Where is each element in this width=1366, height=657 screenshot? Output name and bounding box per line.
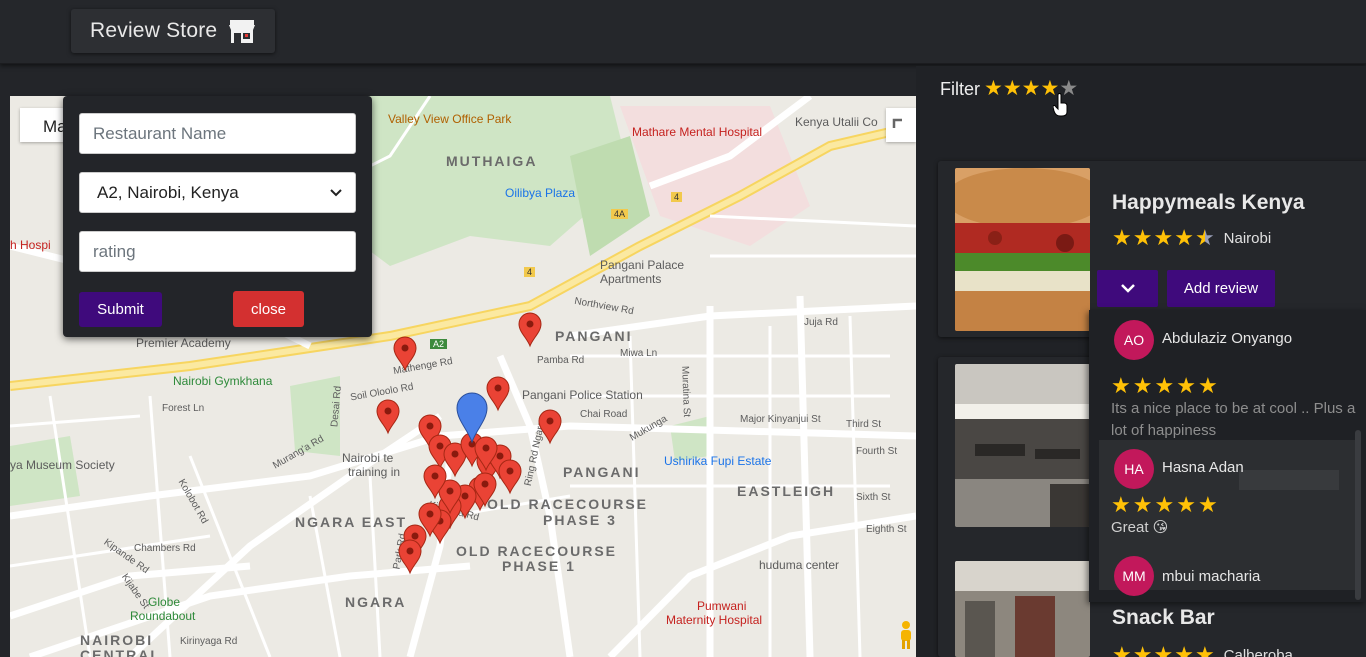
chevron-down-icon (1120, 284, 1135, 293)
rating-stars: ★★★★★ (1112, 227, 1216, 250)
marker-dot (426, 422, 434, 430)
review-item: MM mbui macharia (1111, 556, 1361, 602)
marker-dot (496, 452, 504, 460)
star-icon: ★ (1021, 77, 1041, 100)
marker-dot (526, 320, 534, 328)
restaurant-name-input[interactable] (79, 113, 356, 154)
star-icon: ★ (1002, 77, 1022, 100)
star-icon: ★ (1153, 642, 1174, 657)
marker-dot (411, 532, 419, 540)
rating-input[interactable] (79, 231, 356, 272)
hand-cursor-icon (1053, 93, 1068, 117)
star-icon: ★ (1174, 225, 1194, 250)
fullscreen-icon (892, 118, 902, 128)
star-icon: ★ (1111, 492, 1131, 517)
star-icon: ★ (1111, 373, 1131, 398)
rating-stars: ★★★★★ (1112, 644, 1216, 657)
marker-dot (451, 450, 459, 458)
location-select[interactable]: A2, Nairobi, Kenya (79, 172, 356, 213)
chevron-down-icon (330, 188, 342, 196)
star-icon: ★ (1154, 492, 1175, 517)
map-marker-icon[interactable] (538, 409, 562, 445)
avatar: AO (1114, 320, 1154, 360)
marker-dot (436, 442, 444, 450)
restaurant-rating: ★★★★★ Calberoba (1112, 644, 1293, 657)
avatar: MM (1114, 556, 1154, 596)
marker-dot (401, 344, 409, 352)
review-text: Its a nice place to be at cool .. Plus a… (1111, 400, 1356, 439)
review-stars: ★ ★ ★ ★ ★ (1111, 494, 1220, 516)
restaurant-city: Calberoba (1223, 647, 1293, 657)
current-location-marker-icon[interactable] (456, 392, 488, 444)
marker-dot (384, 407, 392, 415)
marker-dot (461, 492, 469, 500)
restaurant-name: Happymeals Kenya (1112, 191, 1305, 214)
top-navbar: Review Store (0, 0, 1366, 64)
map-marker-icon[interactable] (518, 312, 542, 348)
star-icon: ★ (1176, 492, 1196, 517)
review-item: AO Abdulaziz Onyango ★ ★ ★ ★ ★ Its a nice pl… (1111, 320, 1361, 440)
star-icon: ★ (1132, 225, 1153, 250)
map-marker-icon[interactable] (486, 376, 510, 412)
star-icon: ★ (1197, 492, 1218, 517)
star-icon: ★ (1153, 225, 1174, 250)
marker-dot (426, 510, 434, 518)
marker-dot (546, 417, 554, 425)
map-marker-icon[interactable] (398, 539, 422, 575)
star-icon: ★ (1132, 642, 1153, 657)
restaurant-name: Snack Bar (1112, 606, 1215, 629)
star-icon: ★ (984, 77, 1003, 100)
restaurant-photo (955, 168, 1090, 331)
map-marker-icon[interactable] (376, 399, 400, 435)
review-stars: ★ ★ ★ ★ ★ (1111, 375, 1220, 397)
star-icon: ★ (1112, 225, 1132, 250)
marker-dot (446, 487, 454, 495)
pegman-icon[interactable] (898, 620, 914, 650)
reviewer-name: mbui macharia (1162, 568, 1261, 585)
star-icon: ★ (1194, 225, 1215, 250)
expand-reviews-button[interactable] (1097, 270, 1158, 307)
star-icon: ★ (1132, 492, 1153, 517)
marker-dot (481, 480, 489, 488)
reviews-dropdown: AO Abdulaziz Onyango ★ ★ ★ ★ ★ Its a nice pl… (1089, 310, 1366, 602)
marker-dot (506, 467, 514, 475)
store-icon (229, 20, 256, 43)
restaurant-city: Nairobi (1223, 230, 1272, 247)
filter-label: Filter (940, 78, 980, 99)
review-item: HA Hasna Adan ★ ★ ★ ★ ★ Great 😘 (1111, 449, 1361, 549)
star-icon: ★ (1194, 642, 1215, 657)
close-button[interactable]: close (233, 291, 304, 327)
restaurant-photo (955, 364, 1090, 527)
star-icon: ★ (1197, 373, 1218, 398)
star-icon: ★ (1174, 642, 1194, 657)
add-restaurant-form: A2, Nairobi, Kenya Submit close (63, 96, 372, 337)
star-icon: ★ (1112, 642, 1132, 657)
location-select-value: A2, Nairobi, Kenya (97, 182, 239, 202)
fullscreen-button[interactable] (886, 108, 916, 142)
star-icon: ★ (1154, 373, 1175, 398)
brand-title: Review Store (90, 19, 218, 42)
restaurant-photo (955, 561, 1090, 657)
star-icon: ★ (1176, 373, 1196, 398)
add-review-button[interactable]: Add review (1167, 270, 1275, 307)
submit-button[interactable]: Submit (79, 292, 162, 327)
marker-dot (482, 444, 490, 452)
marker-dot (406, 547, 414, 555)
avatar: HA (1114, 449, 1154, 489)
reviewer-name: Abdulaziz Onyango (1162, 330, 1293, 347)
star-icon: ★ (1132, 373, 1153, 398)
brand-logo[interactable]: Review Store (71, 9, 275, 53)
marker-dot (431, 472, 439, 480)
reviewer-name: Hasna Adan (1162, 459, 1244, 476)
restaurant-rating: ★★★★★ Nairobi (1112, 227, 1271, 250)
map-marker-icon[interactable] (498, 459, 522, 495)
review-text: Great 😘 (1111, 519, 1169, 536)
map-marker-icon[interactable] (393, 336, 417, 372)
marker-dot (494, 384, 502, 392)
